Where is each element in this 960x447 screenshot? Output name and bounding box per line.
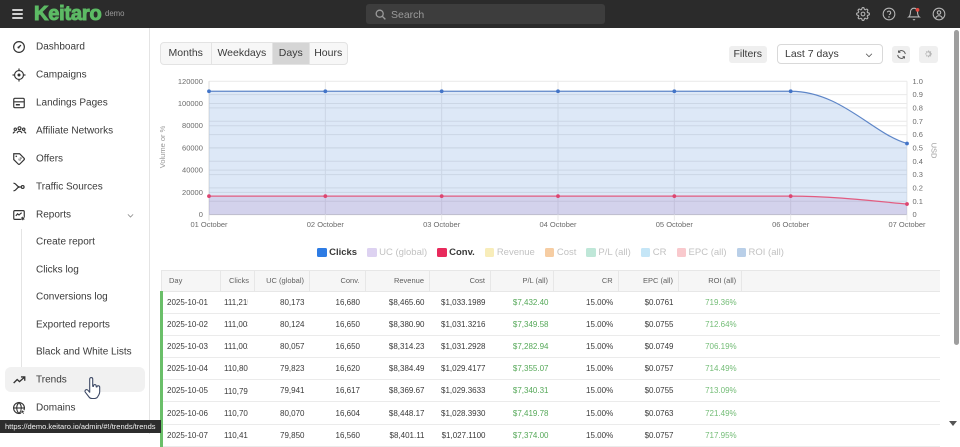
svg-text:05 October: 05 October: [656, 220, 694, 229]
svg-text:07 October: 07 October: [888, 220, 926, 229]
svg-text:0: 0: [913, 210, 917, 219]
svg-text:1.0: 1.0: [913, 77, 923, 86]
svg-text:0: 0: [199, 210, 203, 219]
svg-text:0.7: 0.7: [913, 117, 923, 126]
svg-text:100000: 100000: [178, 99, 203, 108]
svg-text:02 October: 02 October: [307, 220, 345, 229]
svg-text:120000: 120000: [178, 77, 203, 86]
svg-text:0.5: 0.5: [913, 143, 923, 152]
svg-text:80000: 80000: [182, 121, 203, 130]
svg-text:0.2: 0.2: [913, 183, 923, 192]
svg-text:0.4: 0.4: [913, 157, 923, 166]
svg-text:60000: 60000: [182, 143, 203, 152]
svg-text:20000: 20000: [182, 188, 203, 197]
svg-text:03 October: 03 October: [423, 220, 461, 229]
svg-text:0.8: 0.8: [913, 103, 923, 112]
svg-text:0.1: 0.1: [913, 197, 923, 206]
svg-text:0.3: 0.3: [913, 170, 923, 179]
svg-text:0.6: 0.6: [913, 130, 923, 139]
svg-text:0.9: 0.9: [913, 90, 923, 99]
svg-text:USD: USD: [930, 143, 939, 159]
svg-text:Volume or %: Volume or %: [158, 125, 167, 168]
svg-text:01 October: 01 October: [190, 220, 228, 229]
svg-text:06 October: 06 October: [772, 220, 810, 229]
svg-text:04 October: 04 October: [539, 220, 577, 229]
svg-text:40000: 40000: [182, 166, 203, 175]
